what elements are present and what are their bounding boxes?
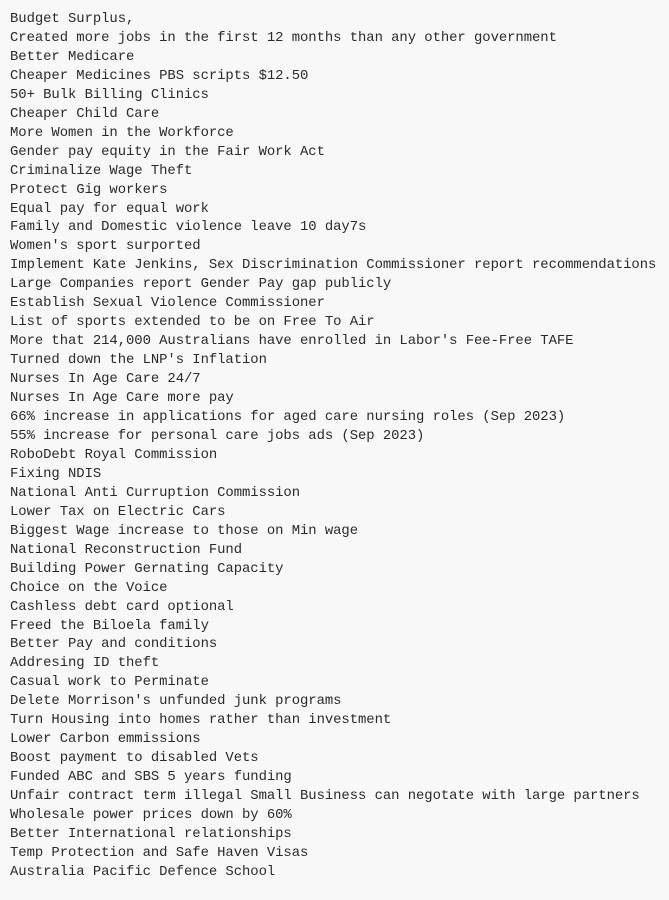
list-item: Boost payment to disabled Vets [10, 750, 259, 767]
list-item: National Anti Curruption Commission [10, 484, 301, 501]
list-item: Choice on the Voice [10, 579, 168, 596]
list-item: More that 214,000 Australians have enrol… [10, 333, 574, 350]
list-item: Casual work to Perminate [10, 674, 209, 691]
list-item: Equal pay for equal work [10, 200, 209, 217]
list-item: Turn Housing into homes rather than inve… [10, 712, 392, 729]
list-item: Temp Protection and Safe Haven Visas [10, 844, 309, 861]
list-item: List of sports extended to be on Free To… [10, 314, 375, 331]
achievements-list: Budget Surplus, Created more jobs in the … [10, 10, 656, 882]
list-item: Building Power Gernating Capacity [10, 560, 284, 577]
list-item: Created more jobs in the first 12 months… [10, 29, 557, 46]
list-item: Establish Sexual Violence Commissioner [10, 295, 325, 312]
list-item: Implement Kate Jenkins, Sex Discriminati… [10, 257, 657, 274]
list-item: Funded ABC and SBS 5 years funding [10, 769, 292, 786]
list-item: Lower Carbon emmissions [10, 731, 201, 748]
list-item: Wholesale power prices down by 60% [10, 807, 292, 824]
list-item: Biggest Wage increase to those on Min wa… [10, 522, 359, 539]
list-item: Gender pay equity in the Fair Work Act [10, 143, 325, 160]
list-item: 50+ Bulk Billing Clinics [10, 86, 209, 103]
list-item: National Reconstruction Fund [10, 541, 243, 558]
list-item: Protect Gig workers [10, 181, 168, 198]
list-item: Better International relationships [10, 825, 292, 842]
list-item: Large Companies report Gender Pay gap pu… [10, 276, 392, 293]
list-item: Better Pay and conditions [10, 636, 218, 653]
list-item: Family and Domestic violence leave 10 da… [10, 219, 367, 236]
list-item: Delete Morrison's unfunded junk programs [10, 693, 342, 710]
list-item: Cheaper Medicines PBS scripts $12.50 [10, 67, 309, 84]
list-item: Cashless debt card optional [10, 598, 234, 615]
list-item: Unfair contract term illegal Small Busin… [10, 788, 640, 805]
list-item: Cheaper Child Care [10, 105, 160, 122]
list-item: Australia Pacific Defence School [10, 863, 276, 880]
list-item: RoboDebt Royal Commission [10, 446, 218, 463]
list-item: 66% increase in applications for aged ca… [10, 409, 566, 426]
list-item: Addresing ID theft [10, 655, 160, 672]
list-item: 55% increase for personal care jobs ads … [10, 427, 425, 444]
list-item: Women's sport surported [10, 238, 201, 255]
list-item: Turned down the LNP's Inflation [10, 352, 267, 369]
list-item: More Women in the Workforce [10, 124, 234, 141]
list-item: Better Medicare [10, 48, 135, 65]
list-item: Nurses In Age Care more pay [10, 390, 234, 407]
list-item: Criminalize Wage Theft [10, 162, 193, 179]
list-item: Budget Surplus, [10, 11, 135, 27]
list-item: Fixing NDIS [10, 465, 102, 482]
list-item: Lower Tax on Electric Cars [10, 503, 226, 520]
list-item: Freed the Biloela family [10, 617, 209, 634]
list-item: Nurses In Age Care 24/7 [10, 371, 201, 388]
